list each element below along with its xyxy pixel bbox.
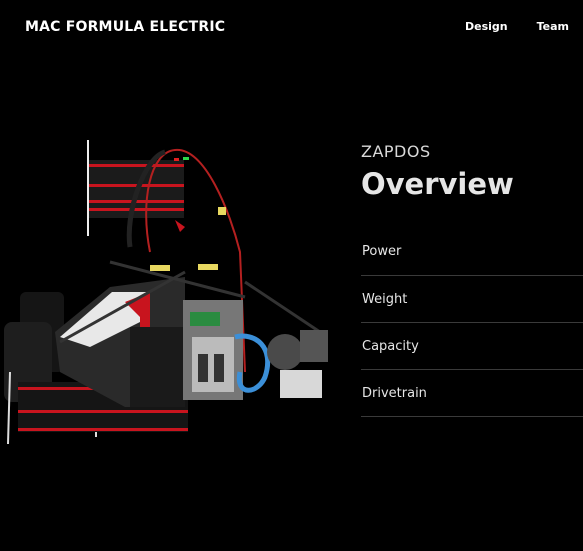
spec-list: Power Weight Capacity Drivetrain: [361, 228, 583, 417]
nav-link-design[interactable]: Design: [465, 20, 508, 33]
spec-label: Drivetrain: [362, 385, 427, 401]
spec-item-capacity[interactable]: Capacity: [361, 323, 583, 370]
top-nav: Design Team: [465, 20, 569, 33]
car-name: ZAPDOS: [361, 142, 431, 161]
spec-item-weight[interactable]: Weight: [361, 276, 583, 323]
spec-label: Capacity: [362, 338, 419, 354]
spec-label: Weight: [362, 291, 408, 307]
overview-panel: ZAPDOS Overview Power Weight Capacity Dr…: [361, 142, 583, 417]
nav-link-team[interactable]: Team: [537, 20, 569, 33]
spec-item-drivetrain[interactable]: Drivetrain: [361, 370, 583, 417]
race-car-render: [4, 140, 328, 445]
powertrain: [183, 300, 328, 400]
brand-logo[interactable]: MAC FORMULA ELECTRIC: [25, 19, 225, 35]
spec-label: Power: [362, 244, 402, 259]
section-title: Overview: [361, 167, 514, 201]
spec-item-power[interactable]: Power: [361, 228, 583, 276]
